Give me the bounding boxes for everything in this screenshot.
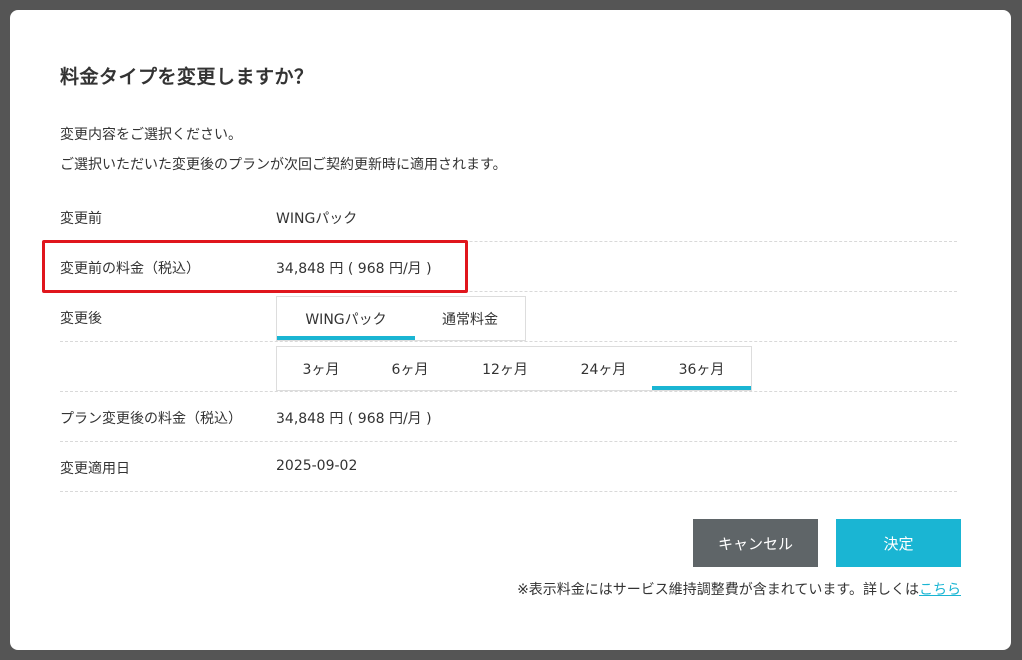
after-plan-label: 変更後	[60, 311, 102, 327]
term-tabs: 3ヶ月 6ヶ月 12ヶ月 24ヶ月 36ヶ月	[276, 346, 752, 391]
fee-note: ※表示料金にはサービス維持調整費が含まれています。詳しくはこちら	[517, 579, 961, 599]
tab-regular-price[interactable]: 通常料金	[415, 297, 525, 340]
tab-12-months[interactable]: 12ヶ月	[455, 347, 555, 390]
tab-36-months[interactable]: 36ヶ月	[652, 347, 751, 390]
tab-6-months-label: 6ヶ月	[391, 361, 429, 378]
row-after-price: プラン変更後の料金（税込） 34,848 円 ( 968 円/月 )	[60, 392, 957, 442]
dialog-description-2: ご選択いただいた変更後のプランが次回ご契約更新時に適用されます。	[60, 157, 507, 173]
row-before-plan: 変更前 WINGパック	[60, 192, 957, 242]
row-apply-date: 変更適用日 2025-09-02	[60, 442, 957, 492]
confirm-button[interactable]: 決定	[836, 519, 961, 567]
tab-3-months-label: 3ヶ月	[302, 361, 340, 378]
dialog-description-1: 変更内容をご選択ください。	[60, 127, 242, 143]
plan-type-tabs: WINGパック 通常料金	[276, 296, 526, 341]
tab-selected-indicator	[277, 336, 415, 340]
tab-regular-price-label: 通常料金	[442, 311, 498, 328]
fee-note-text: ※表示料金にはサービス維持調整費が含まれています。詳しくは	[517, 582, 919, 598]
highlight-box	[42, 240, 468, 293]
tab-wing-pack-label: WINGパック	[305, 311, 387, 328]
change-plan-dialog: 料金タイプを変更しますか？ 変更内容をご選択ください。 ご選択いただいた変更後の…	[10, 10, 1011, 650]
after-price-value: 34,848 円 ( 968 円/月 )	[276, 411, 432, 427]
tab-3-months[interactable]: 3ヶ月	[277, 347, 365, 390]
tab-24-months-label: 24ヶ月	[580, 361, 627, 378]
details-link[interactable]: こちら	[919, 582, 961, 598]
apply-date-value: 2025-09-02	[276, 458, 358, 474]
tab-6-months[interactable]: 6ヶ月	[365, 347, 455, 390]
cancel-button[interactable]: キャンセル	[693, 519, 818, 567]
dialog-title: 料金タイプを変更しますか？	[60, 66, 314, 88]
apply-date-label: 変更適用日	[60, 461, 130, 477]
tab-wing-pack[interactable]: WINGパック	[277, 297, 415, 340]
before-plan-label: 変更前	[60, 211, 102, 227]
tab-selected-indicator	[652, 386, 751, 390]
tab-24-months[interactable]: 24ヶ月	[555, 347, 652, 390]
tab-36-months-label: 36ヶ月	[678, 361, 725, 378]
tab-12-months-label: 12ヶ月	[482, 361, 528, 378]
before-plan-value: WINGパック	[276, 211, 358, 227]
after-price-label: プラン変更後の料金（税込）	[60, 411, 242, 427]
